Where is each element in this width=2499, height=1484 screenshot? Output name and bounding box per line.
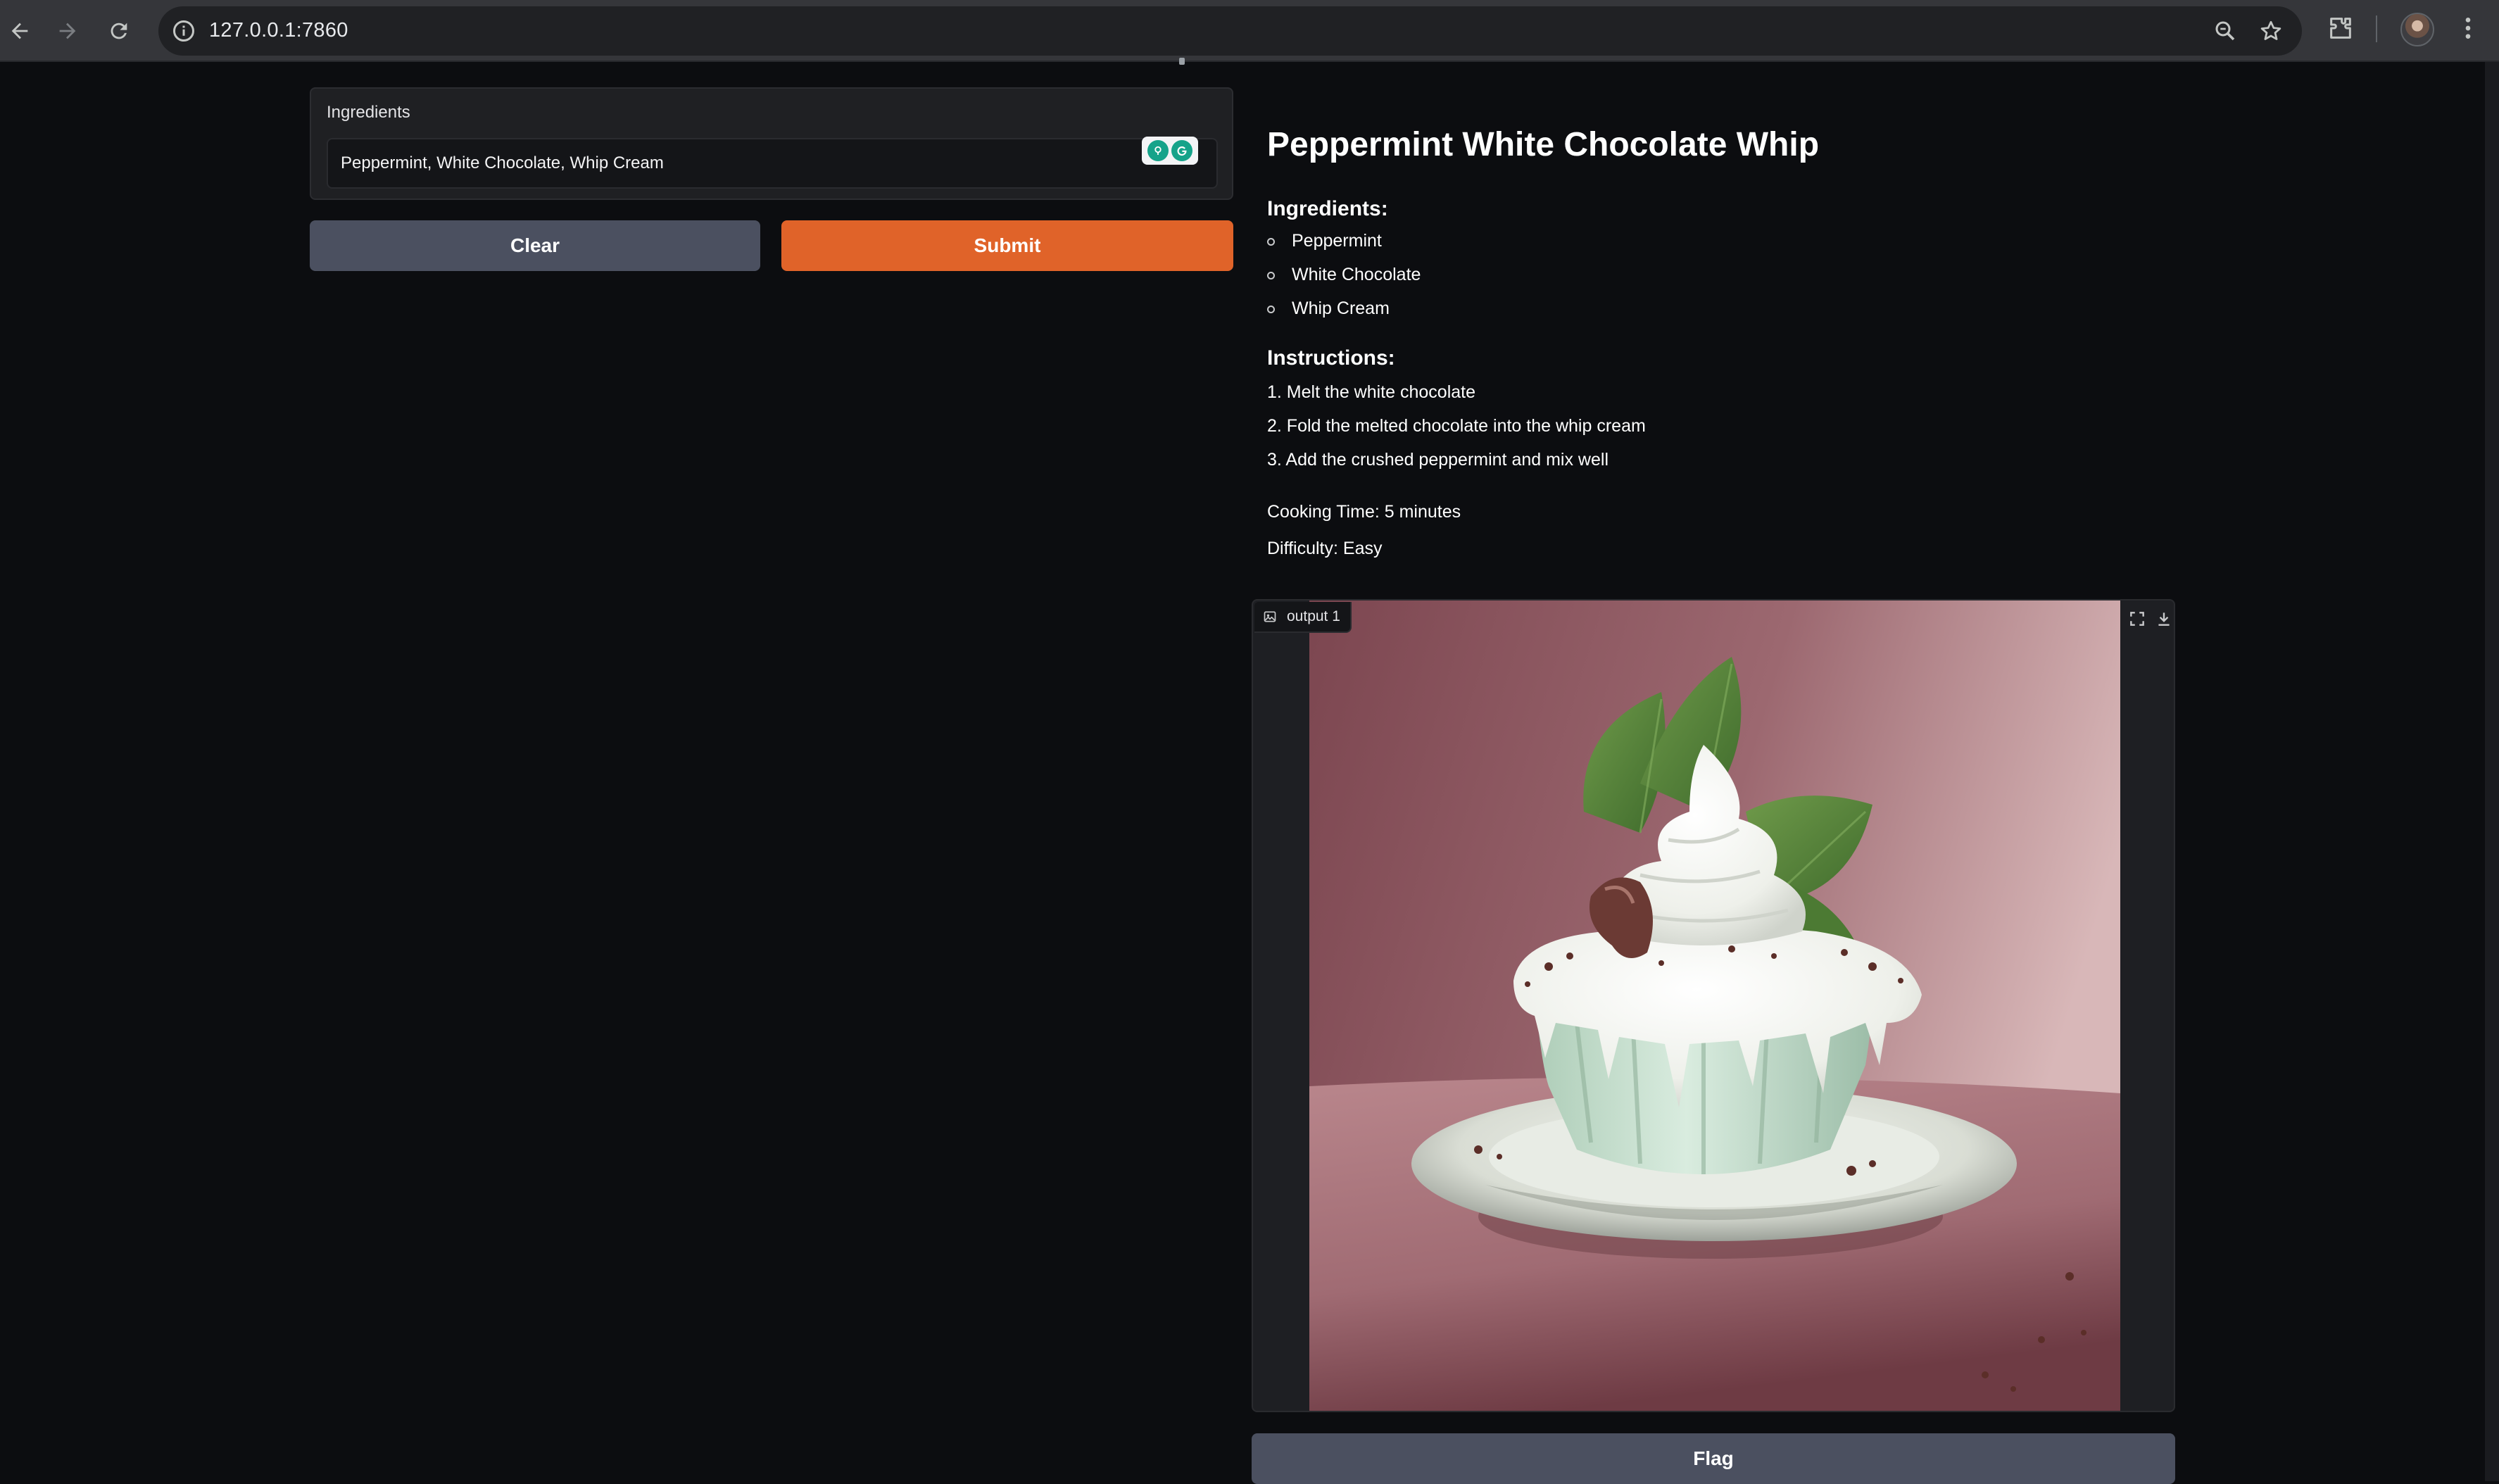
bookmark-star-icon[interactable] bbox=[2258, 18, 2284, 44]
site-info-icon[interactable] bbox=[171, 18, 196, 44]
recipe-title: Peppermint White Chocolate Whip bbox=[1267, 126, 1820, 163]
grammarly-g-icon[interactable] bbox=[1171, 140, 1192, 161]
ingredient-item: Peppermint bbox=[1292, 231, 1382, 251]
ingredients-heading: Ingredients: bbox=[1267, 197, 1388, 220]
image-output-panel: output 1 bbox=[1252, 599, 2175, 1412]
fullscreen-icon[interactable] bbox=[2126, 608, 2148, 630]
extensions-icon[interactable] bbox=[2327, 14, 2355, 42]
difficulty: Difficulty: Easy bbox=[1267, 539, 1383, 558]
profile-avatar[interactable] bbox=[2400, 13, 2434, 46]
list-bullet bbox=[1267, 272, 1275, 279]
list-bullet bbox=[1267, 306, 1275, 313]
scroll-cutoff-glyph bbox=[1179, 58, 1185, 65]
back-button[interactable] bbox=[1, 13, 38, 49]
submit-button[interactable]: Submit bbox=[781, 220, 1233, 271]
reload-icon bbox=[111, 23, 127, 39]
grammarly-widget[interactable] bbox=[1142, 137, 1198, 165]
browser-toolbar: 127.0.0.1:7860 bbox=[0, 0, 2499, 62]
ingredient-item: White Chocolate bbox=[1292, 265, 1421, 284]
ingredient-item: Whip Cream bbox=[1292, 298, 1390, 318]
instruction-step: 2. Fold the melted chocolate into the wh… bbox=[1267, 416, 1646, 436]
image-output-label: output 1 bbox=[1254, 602, 1352, 633]
grammarly-assistant-icon[interactable] bbox=[1147, 140, 1169, 161]
page-scrollbar-track[interactable] bbox=[2485, 62, 2499, 1481]
ingredients-label: Ingredients bbox=[327, 103, 410, 122]
url-text[interactable]: 127.0.0.1:7860 bbox=[209, 19, 348, 42]
image-icon bbox=[1264, 611, 1276, 622]
more-menu-icon[interactable] bbox=[2454, 14, 2482, 42]
instructions-heading: Instructions: bbox=[1267, 346, 1395, 370]
image-output-label-text: output 1 bbox=[1287, 608, 1340, 624]
download-icon[interactable] bbox=[2153, 608, 2174, 630]
instruction-step: 3. Add the crushed peppermint and mix we… bbox=[1267, 450, 1609, 470]
forward-button[interactable] bbox=[49, 13, 86, 49]
reload-button[interactable] bbox=[101, 13, 137, 49]
ingredients-input[interactable] bbox=[327, 138, 1218, 189]
generated-dessert-image bbox=[1309, 600, 2120, 1411]
clear-button[interactable]: Clear bbox=[310, 220, 760, 271]
zoom-icon[interactable] bbox=[2212, 18, 2238, 44]
arrow-right-icon bbox=[59, 23, 76, 39]
arrow-left-icon bbox=[11, 23, 28, 39]
list-bullet bbox=[1267, 238, 1275, 246]
address-bar[interactable]: 127.0.0.1:7860 bbox=[158, 6, 2302, 56]
flag-button[interactable]: Flag bbox=[1252, 1433, 2175, 1484]
instruction-step: 1. Melt the white chocolate bbox=[1267, 382, 1475, 402]
ingredients-block: Ingredients bbox=[310, 87, 1233, 200]
cooking-time: Cooking Time: 5 minutes bbox=[1267, 502, 1461, 522]
app-page: Ingredients Clear Submit Peppermint Whit… bbox=[0, 58, 2499, 1484]
toolbar-divider bbox=[2376, 15, 2377, 42]
